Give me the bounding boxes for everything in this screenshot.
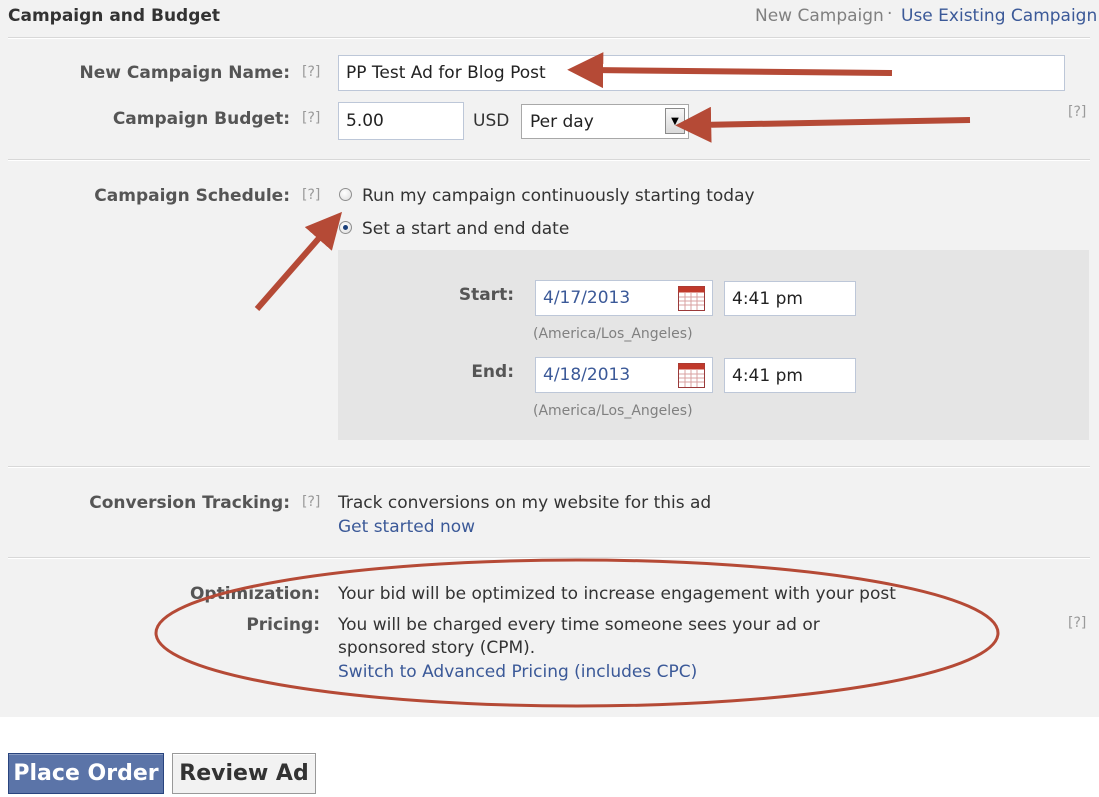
budget-period-value: Per day — [530, 111, 594, 132]
pricing-text-line2: sponsored story (CPM). — [338, 638, 536, 658]
campaign-name-label: New Campaign Name: — [79, 63, 290, 83]
optimization-label: Optimization: — [189, 584, 320, 604]
conversion-tracking-text: Track conversions on my website for this… — [338, 493, 712, 513]
divider — [8, 159, 1090, 161]
option-start-end-date[interactable]: Set a start and end date — [362, 219, 569, 239]
option-run-continuously[interactable]: Run my campaign continuously starting to… — [362, 186, 755, 206]
end-time-input[interactable]: 4:41 pm — [724, 358, 856, 393]
start-timezone: (America/Los_Angeles) — [533, 326, 693, 342]
use-existing-campaign-link[interactable]: Use Existing Campaign — [901, 6, 1097, 26]
conversion-tracking-label: Conversion Tracking: — [89, 493, 290, 513]
help-icon[interactable]: [?] — [1068, 104, 1086, 120]
budget-period-select[interactable]: Per day ▼ — [521, 104, 689, 139]
advanced-pricing-link[interactable]: Switch to Advanced Pricing (includes CPC… — [338, 662, 697, 682]
review-ad-button[interactable]: Review Ad — [172, 753, 316, 794]
help-icon[interactable]: [?] — [302, 110, 320, 126]
chevron-down-icon[interactable]: ▼ — [665, 108, 685, 134]
help-icon[interactable]: [?] — [302, 187, 320, 203]
campaign-budget-label: Campaign Budget: — [112, 109, 290, 129]
campaign-schedule-label: Campaign Schedule: — [94, 186, 290, 206]
optimization-text: Your bid will be optimized to increase e… — [338, 584, 896, 604]
date-range-box — [338, 250, 1089, 440]
radio-run-continuously[interactable] — [339, 188, 352, 201]
header-separator: · — [887, 4, 893, 24]
calendar-icon[interactable] — [678, 286, 705, 311]
end-label: End: — [471, 362, 514, 382]
place-order-button[interactable]: Place Order — [8, 753, 164, 794]
section-title: Campaign and Budget — [8, 6, 221, 26]
divider — [8, 466, 1090, 468]
campaign-budget-panel: Campaign and Budget New Campaign · Use E… — [0, 0, 1099, 717]
divider — [8, 37, 1090, 39]
budget-amount-input[interactable]: 5.00 — [338, 102, 464, 140]
radio-start-end-date[interactable] — [339, 221, 352, 234]
calendar-icon[interactable] — [678, 363, 705, 388]
pricing-label: Pricing: — [246, 615, 320, 635]
new-campaign-link[interactable]: New Campaign — [755, 6, 884, 26]
help-icon[interactable]: [?] — [1068, 615, 1086, 631]
end-timezone: (America/Los_Angeles) — [533, 403, 693, 419]
divider — [8, 557, 1090, 559]
pricing-text-line1: You will be charged every time someone s… — [338, 615, 820, 635]
start-time-input[interactable]: 4:41 pm — [724, 281, 856, 316]
start-label: Start: — [458, 285, 514, 305]
currency-label: USD — [473, 111, 510, 131]
campaign-name-input[interactable]: PP Test Ad for Blog Post — [338, 55, 1065, 91]
help-icon[interactable]: [?] — [302, 64, 320, 80]
get-started-link[interactable]: Get started now — [338, 517, 475, 537]
help-icon[interactable]: [?] — [302, 494, 320, 510]
